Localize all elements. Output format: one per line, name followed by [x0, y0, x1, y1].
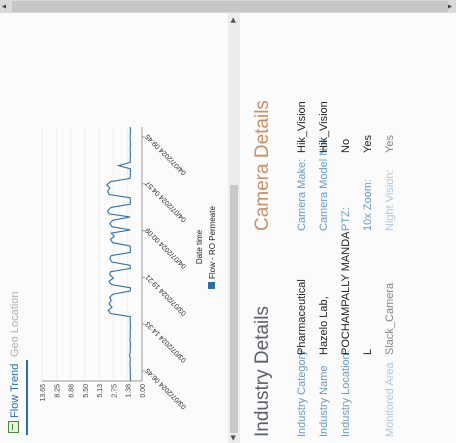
horizontal-scrollbar[interactable]: ◀ ▶ — [228, 0, 240, 443]
scroll-left-arrow-icon[interactable]: ◀ — [228, 433, 240, 443]
scroll-up-arrow-icon[interactable]: ▲ — [0, 0, 10, 13]
vertical-scrollbar[interactable]: ▲ ▼ — [0, 0, 456, 13]
industry-value: Hazelo Lab, — [318, 296, 330, 355]
scroll-down-arrow-icon[interactable]: ▼ — [446, 0, 456, 13]
y-tick-label: 2.75 — [111, 384, 118, 398]
chart-svg: 0.00 1.38 2.75 5.13 5.50 6.88 8.25 13.65 03/07/2… — [40, 126, 217, 411]
tab-geo-location[interactable]: Geo Location — [4, 292, 26, 357]
series-line-flow-ro-permeate — [106, 126, 132, 382]
camera-label: Camera Make: — [296, 158, 308, 231]
industry-details-title: Industry Details — [252, 306, 273, 437]
y-tick-label: 1.38 — [126, 384, 133, 398]
industry-value: L — [362, 348, 374, 355]
camera-value: Hik_Vision — [296, 101, 308, 153]
page: Flow Trend Geo Location 0.00 1.38 2.75 5.13… — [0, 0, 456, 443]
industry-value: POCHAMPALLY MANDA — [340, 231, 352, 355]
y-tick-label: 13.65 — [40, 384, 47, 402]
camera-value: Yes — [384, 135, 396, 153]
tab-flow-trend[interactable]: Flow Trend — [4, 359, 28, 435]
x-axis-title: Date time — [195, 229, 204, 264]
horizontal-scroll-thumb[interactable] — [230, 185, 238, 433]
industry-label: Monitored Area — [384, 362, 396, 437]
y-tick-label: 5.50 — [83, 384, 90, 398]
flow-trend-chart: 0.00 1.38 2.75 5.13 5.50 6.88 8.25 13.65 03/07/2… — [34, 117, 220, 417]
camera-label: PTZ: — [340, 207, 352, 231]
camera-label: Night Vision: — [384, 169, 396, 231]
scroll-right-arrow-icon[interactable]: ▶ — [228, 15, 240, 25]
camera-details-title: Camera Details — [252, 100, 273, 231]
camera-value: Yes — [362, 135, 374, 153]
x-tick-label: 03/07/2024 06:45 — [144, 367, 188, 411]
legend-label: Flow - RO Permeate — [208, 206, 217, 279]
chart-icon — [8, 421, 19, 433]
y-tick-label: 5.13 — [97, 384, 104, 398]
x-tick-label: 03/07/2024 19:21 — [144, 273, 188, 317]
camera-value: No — [340, 138, 352, 153]
x-tick-label: 04/07/2024 00:09 — [144, 226, 188, 270]
x-tick-label: 04/07/2024 04:57 — [144, 179, 188, 223]
camera-value: Hik_Vision — [318, 101, 330, 153]
tab-geo-location-label: Geo Location — [9, 291, 21, 357]
y-tick-label: 8.25 — [54, 384, 61, 398]
y-tick-label: 6.88 — [69, 384, 76, 398]
industry-label: Industry Location: — [340, 350, 352, 437]
industry-value: Slack_Camera — [384, 282, 396, 355]
industry-label: Industry Name — [318, 365, 330, 437]
x-tick-label: 04/07/2024 09:45 — [144, 133, 188, 177]
industry-value: Pharmaceutical — [296, 279, 308, 355]
camera-label: 10x Zoom: — [362, 179, 374, 231]
tab-bar: Flow Trend Geo Location — [4, 175, 28, 435]
rotated-panel: Flow Trend Geo Location 0.00 1.38 2.75 5.13… — [0, 0, 456, 443]
industry-label: Industry Category — [296, 350, 308, 437]
tab-flow-trend-label: Flow Trend — [9, 363, 21, 418]
legend-swatch — [208, 282, 215, 289]
vertical-scroll-thumb[interactable] — [12, 1, 448, 12]
x-tick-label: 03/07/2024 14:33 — [144, 320, 188, 364]
y-tick-label: 0.00 — [140, 384, 147, 398]
